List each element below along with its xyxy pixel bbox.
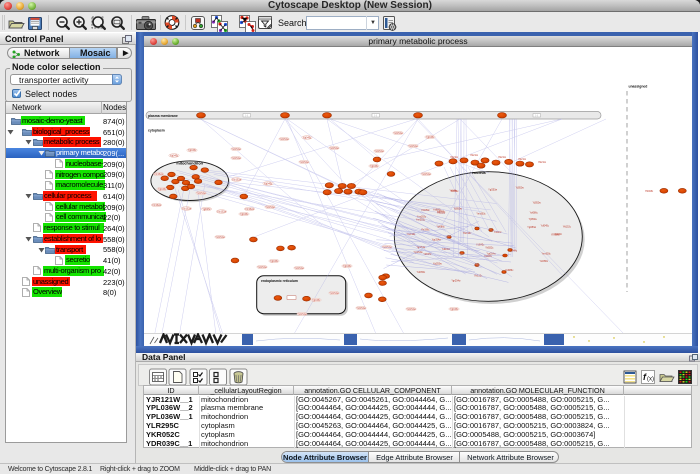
svg-text:Yjl052w: Yjl052w (529, 219, 537, 221)
svg-text:Ygl045c: Ygl045c (170, 155, 179, 157)
svg-text:[...]: [...] (245, 115, 248, 117)
svg-text:Ydr152w: Ydr152w (329, 146, 338, 149)
svg-text:Ydr050c: Ydr050c (540, 259, 549, 262)
svg-text:Ydr152w: Ydr152w (374, 149, 383, 152)
svg-text:Ydr152w: Ydr152w (232, 178, 241, 181)
svg-text:Ydr152w: Ydr152w (294, 266, 303, 269)
svg-text:Ygr254w: Ygr254w (451, 279, 460, 282)
svg-text:Ydl045c: Ydl045c (541, 225, 550, 227)
svg-text:Ykl211c: Ykl211c (498, 157, 507, 159)
svg-text:Ykl211c: Ykl211c (450, 157, 459, 159)
svg-text:Ydr152w: Ydr152w (215, 235, 224, 238)
svg-text:Ydr152w: Ydr152w (182, 207, 191, 210)
svg-text:Ygl045c: Ygl045c (270, 260, 279, 262)
svg-text:mitochondrion: mitochondrion (176, 161, 203, 165)
svg-text:Ygl045c: Ygl045c (450, 308, 459, 310)
svg-text:Ydr152w: Ydr152w (245, 207, 254, 210)
svg-text:Yol086c: Yol086c (530, 212, 539, 214)
svg-text:Ydr152w: Ydr152w (265, 205, 274, 208)
svg-text:Ymr303c: Ymr303c (476, 212, 486, 215)
svg-text:Ygl045c: Ygl045c (370, 165, 379, 167)
svg-text:Ykl211c: Ykl211c (518, 159, 527, 161)
svg-text:Ydr152w: Ydr152w (356, 306, 365, 309)
svg-text:Ydr152w: Ydr152w (408, 144, 417, 147)
svg-text:Ygl045c: Ygl045c (158, 188, 167, 190)
svg-text:[...]: [...] (535, 115, 538, 117)
svg-text:Ydr050c: Ydr050c (421, 209, 430, 212)
svg-text:Ybr196c: Ybr196c (551, 233, 560, 236)
svg-text:Ygl045c: Ygl045c (264, 183, 273, 185)
svg-text:Yol086c: Yol086c (505, 270, 514, 272)
svg-text:[...]: [...] (374, 115, 377, 117)
svg-text:Ydr152w: Ydr152w (257, 265, 266, 268)
svg-text:Ydr152w: Ydr152w (279, 137, 288, 140)
svg-text:Ydr152w: Ydr152w (297, 312, 306, 315)
svg-text:plasma membrane: plasma membrane (148, 114, 178, 118)
svg-text:Ygl253w: Ygl253w (527, 227, 536, 229)
svg-text:Ydr152w: Ydr152w (299, 160, 308, 163)
svg-text:Ydr152w: Ydr152w (231, 147, 240, 150)
svg-text:Ykl211c: Ykl211c (470, 155, 479, 157)
svg-text:Yjl052w: Yjl052w (533, 202, 541, 204)
svg-text:Ydl045c: Ydl045c (476, 244, 485, 246)
svg-text:Ydr152w: Ydr152w (196, 191, 205, 194)
svg-text:Ygl045c: Ygl045c (312, 299, 321, 301)
svg-text:Ykl152c: Ykl152c (563, 226, 572, 228)
svg-text:endoplasmic reticulum: endoplasmic reticulum (261, 278, 298, 282)
svg-text:Ymr303c: Ymr303c (541, 252, 551, 255)
svg-text:Ydr050c: Ydr050c (437, 210, 446, 213)
svg-text:Ydr152w: Ydr152w (154, 172, 163, 175)
svg-text:Ykl211c: Ykl211c (538, 162, 547, 164)
svg-text:cytoplasm: cytoplasm (148, 128, 165, 132)
svg-text:Ydr152w: Ydr152w (152, 203, 161, 206)
svg-text:Yjl052w: Yjl052w (516, 187, 524, 189)
svg-text:Ydr152w: Ydr152w (393, 131, 402, 134)
svg-text:Ydr152w: Ydr152w (329, 291, 338, 294)
svg-text:Yhl008c: Yhl008c (645, 191, 654, 193)
svg-text:Yol086c: Yol086c (437, 226, 446, 228)
svg-text:Yjl052w: Yjl052w (454, 208, 462, 210)
svg-text:Ygl253w: Ygl253w (488, 189, 497, 191)
svg-text:Ydr152w: Ydr152w (406, 307, 415, 310)
svg-text:unassigned: unassigned (629, 84, 648, 88)
svg-text:Ygl045c: Ygl045c (343, 265, 352, 267)
svg-text:Ydr152w: Ydr152w (217, 210, 226, 213)
svg-text:Ylr044c: Ylr044c (451, 190, 460, 193)
svg-text:Ydr152w: Ydr152w (421, 172, 430, 175)
svg-text:Ygl045c: Ygl045c (240, 213, 249, 215)
svg-text:(x): (x) (647, 376, 654, 382)
svg-text:Ydr152w: Ydr152w (231, 156, 240, 159)
svg-text:Ydr050c: Ydr050c (417, 271, 426, 274)
svg-text:Ygl045c: Ygl045c (426, 136, 435, 138)
svg-text:Ygl045c: Ygl045c (303, 137, 312, 139)
svg-text:Ygl045c: Ygl045c (202, 208, 211, 210)
svg-text:Ykl152c: Ykl152c (485, 247, 494, 249)
svg-text:Ygl045c: Ygl045c (188, 150, 197, 152)
